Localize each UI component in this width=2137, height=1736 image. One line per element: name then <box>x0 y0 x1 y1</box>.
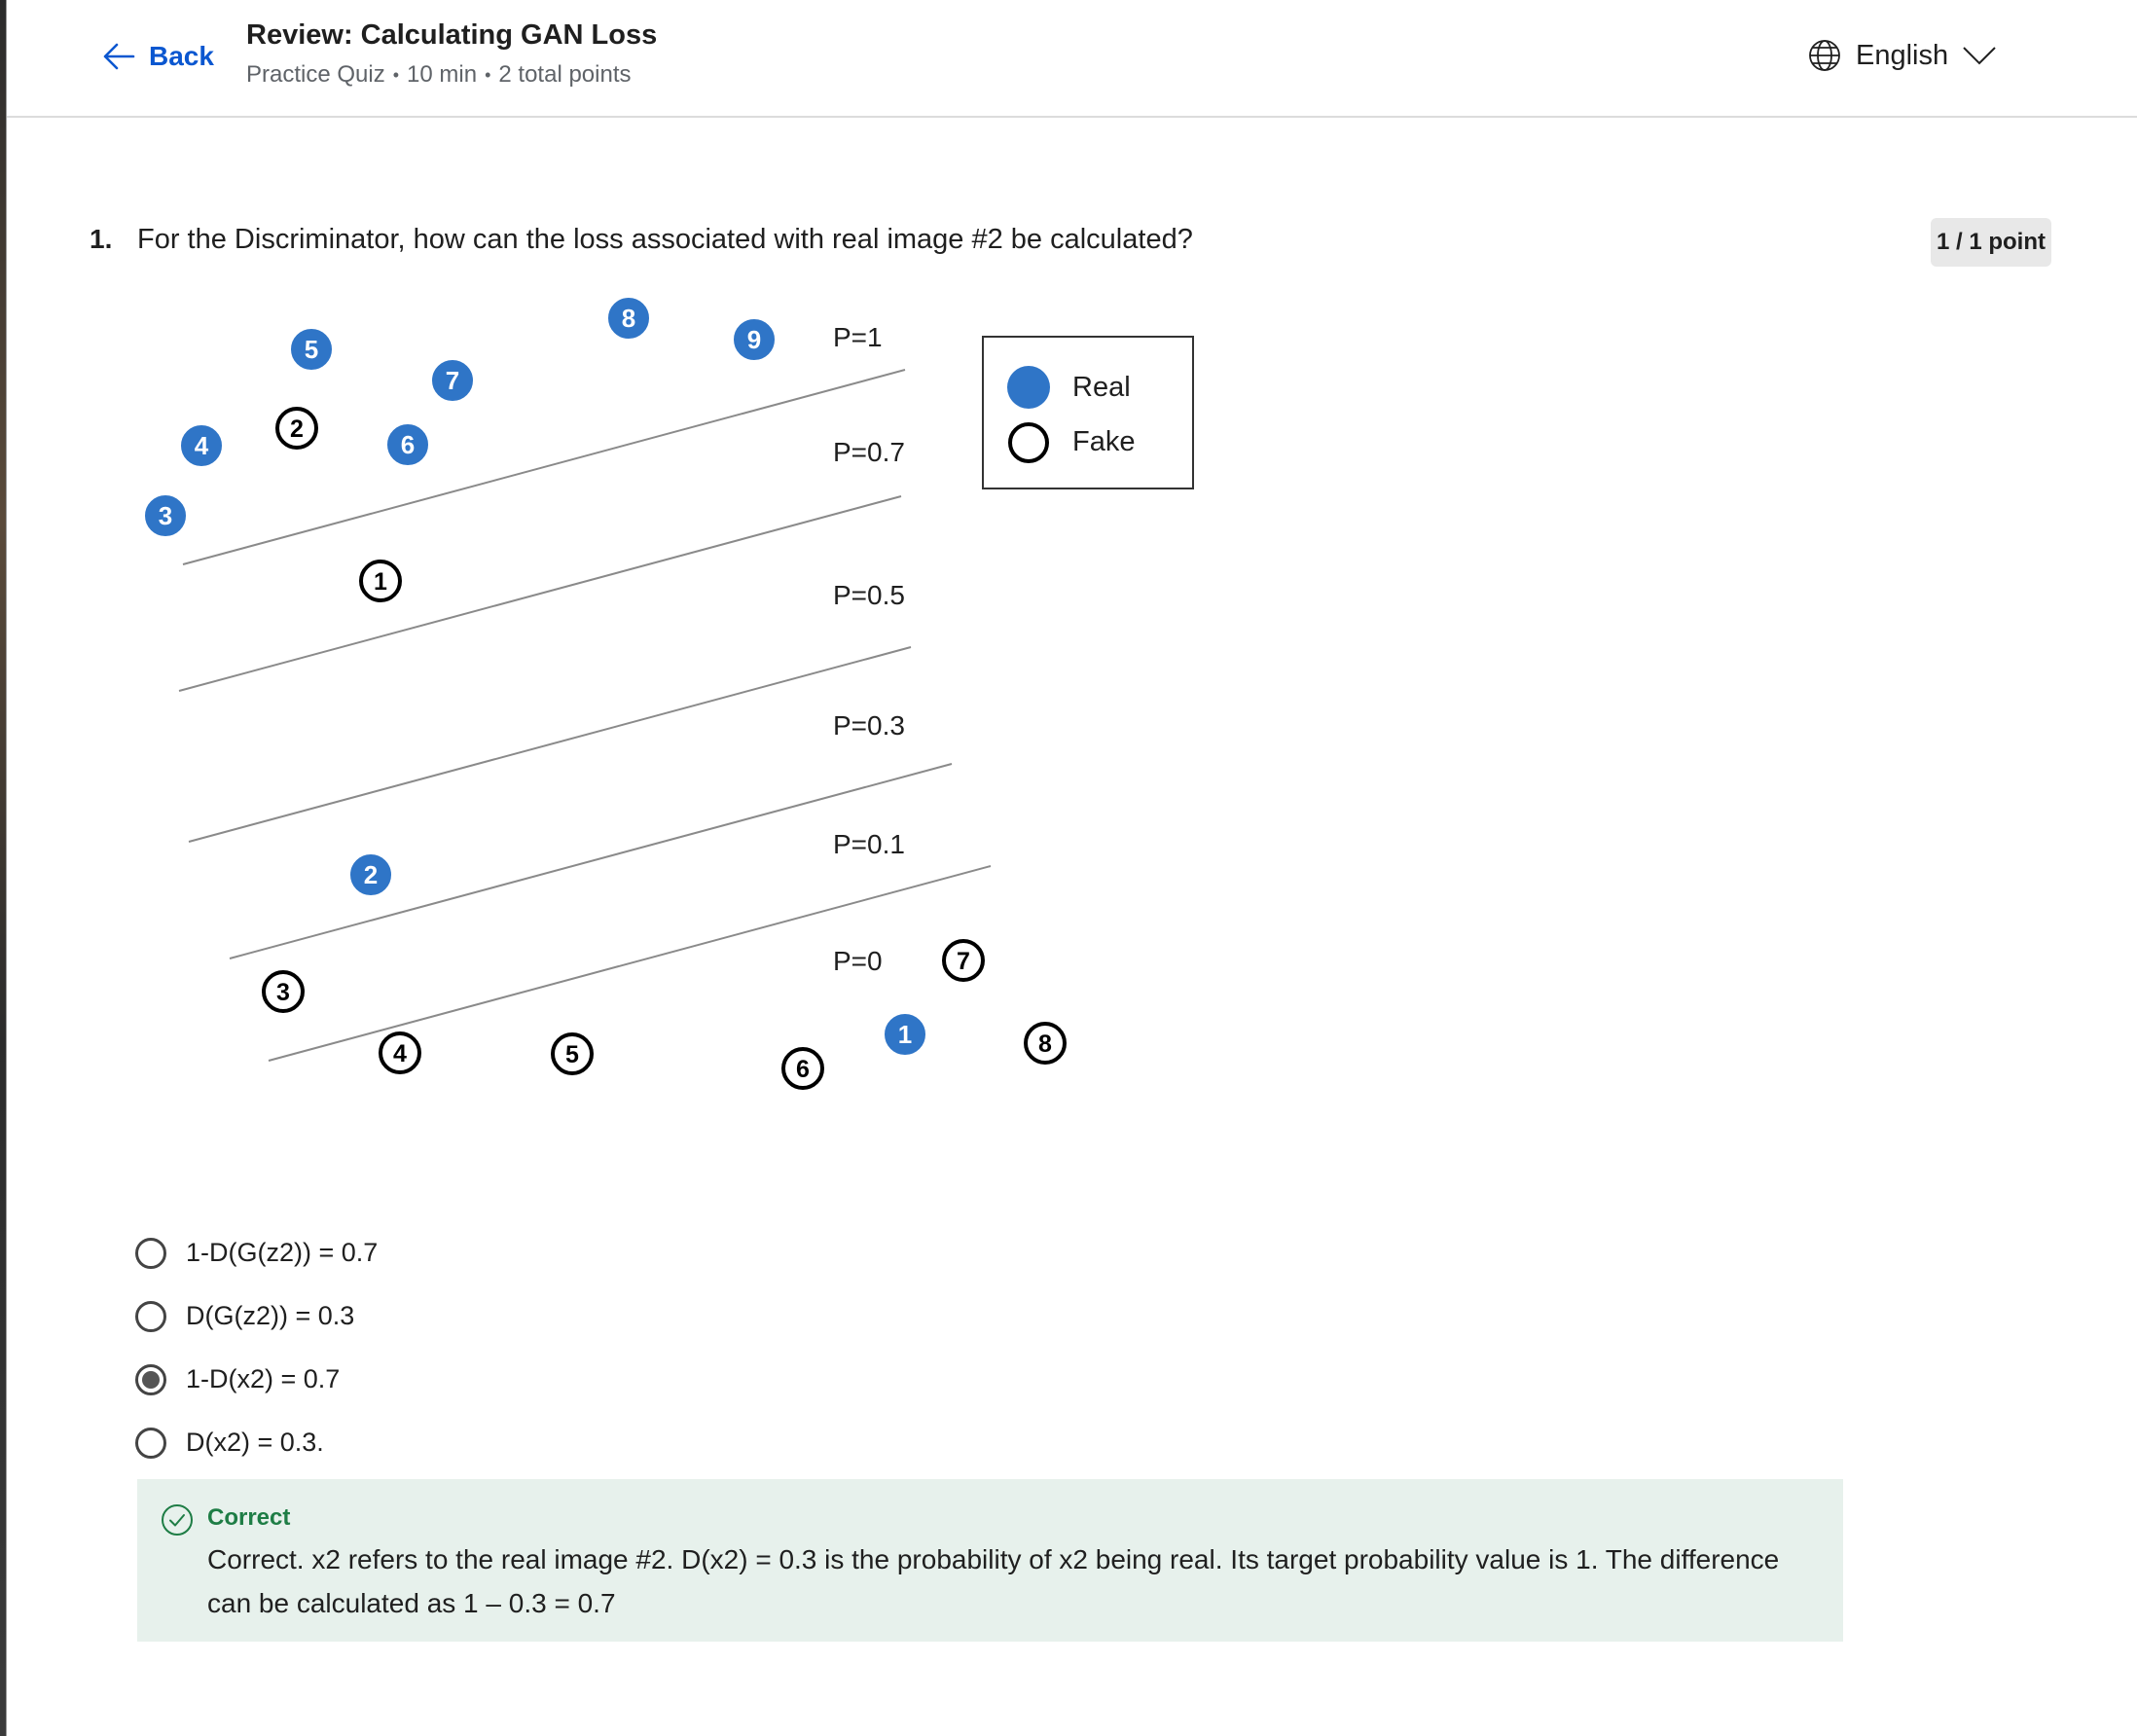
prob-label: P=0.3 <box>833 710 905 741</box>
answer-option[interactable]: 1-D(G(z2)) = 0.7 <box>135 1221 378 1284</box>
radio-button-selected[interactable] <box>135 1363 166 1395</box>
page-title: Review: Calculating GAN Loss <box>246 19 658 51</box>
svg-text:2: 2 <box>290 416 304 443</box>
check-circle-icon <box>162 1504 193 1536</box>
svg-text:9: 9 <box>747 325 761 354</box>
svg-text:1: 1 <box>374 568 387 596</box>
boundary-line <box>182 369 906 565</box>
real-marker: 8 <box>606 296 651 341</box>
real-marker: 3 <box>143 493 188 538</box>
fake-marker: 3 <box>262 970 305 1013</box>
answer-label: D(G(z2)) = 0.3 <box>186 1301 355 1330</box>
prob-label: P=1 <box>833 322 883 352</box>
language-selector[interactable]: English <box>1807 34 1997 77</box>
svg-text:2: 2 <box>364 860 378 889</box>
chevron-down-icon <box>1963 47 1996 65</box>
svg-text:5: 5 <box>565 1041 579 1068</box>
quiz-type: Practice Quiz <box>246 61 385 88</box>
svg-text:6: 6 <box>401 430 415 459</box>
meta-separator: • <box>485 64 491 85</box>
feedback-panel: Correct Correct. x2 refers to the real i… <box>137 1479 1843 1642</box>
answer-label: 1-D(x2) = 0.7 <box>186 1364 341 1393</box>
feedback-status: Correct <box>207 1504 291 1531</box>
boundary-line <box>178 495 902 692</box>
meta-separator: • <box>392 64 400 85</box>
arrow-left-icon <box>103 43 135 70</box>
prob-label: P=0.5 <box>833 580 905 610</box>
quiz-meta: Practice Quiz • 10 min • 2 total points <box>246 61 631 89</box>
radio-button[interactable] <box>135 1300 166 1332</box>
legend-real-label: Real <box>1072 372 1131 403</box>
legend: Real Fake <box>982 336 1194 489</box>
svg-text:4: 4 <box>195 431 209 460</box>
quiz-header: Back Review: Calculating GAN Loss Practi… <box>7 0 2137 118</box>
radio-button[interactable] <box>135 1237 166 1269</box>
svg-text:5: 5 <box>305 335 318 364</box>
real-marker: 2 <box>348 852 393 897</box>
prob-label: P=0 <box>833 946 883 976</box>
legend-fake-swatch <box>1008 422 1049 463</box>
boundary-line <box>229 763 953 959</box>
prob-label: P=0.7 <box>833 437 905 467</box>
svg-text:6: 6 <box>796 1056 810 1083</box>
fake-marker: 4 <box>379 1031 421 1074</box>
window-edge-line <box>6 0 7 1736</box>
question-figure: P=1 P=0.7 P=0.5 P=0.3 P=0.1 P=0 Real Fak… <box>127 282 1216 1134</box>
language-label: English <box>1856 39 1949 71</box>
back-button[interactable]: Back <box>100 33 214 80</box>
answer-option[interactable]: D(x2) = 0.3. <box>135 1411 378 1474</box>
svg-text:8: 8 <box>622 304 635 333</box>
real-marker: 6 <box>385 422 430 467</box>
fake-marker: 6 <box>781 1047 824 1090</box>
svg-text:3: 3 <box>276 979 290 1006</box>
points-badge: 1 / 1 point <box>1931 218 2051 267</box>
svg-text:7: 7 <box>957 948 970 975</box>
question-text: For the Discriminator, how can the loss … <box>137 224 1193 255</box>
real-marker: 7 <box>430 358 475 403</box>
svg-text:8: 8 <box>1038 1031 1052 1058</box>
real-marker: 4 <box>179 423 224 468</box>
back-label: Back <box>149 41 214 71</box>
real-marker: 1 <box>883 1012 927 1057</box>
answer-option[interactable]: 1-D(x2) = 0.7 <box>135 1348 378 1411</box>
answer-option[interactable]: D(G(z2)) = 0.3 <box>135 1284 378 1348</box>
svg-text:4: 4 <box>393 1040 407 1067</box>
legend-real-swatch <box>1007 366 1050 409</box>
real-marker: 9 <box>732 317 777 362</box>
svg-text:3: 3 <box>159 501 172 530</box>
legend-fake-label: Fake <box>1072 426 1135 457</box>
svg-text:1: 1 <box>898 1020 912 1049</box>
fake-marker: 5 <box>551 1032 594 1075</box>
feedback-text: Correct. x2 refers to the real image #2.… <box>207 1544 1780 1618</box>
radio-button[interactable] <box>135 1427 166 1459</box>
answer-label: D(x2) = 0.3. <box>186 1428 324 1457</box>
quiz-duration: 10 min <box>407 61 478 88</box>
question-number: 1. <box>90 224 113 254</box>
answer-options: 1-D(G(z2)) = 0.7 D(G(z2)) = 0.3 1-D(x2) … <box>135 1221 378 1474</box>
fake-marker: 2 <box>275 407 318 450</box>
boundary-line <box>188 646 912 843</box>
globe-icon <box>1809 40 1840 71</box>
svg-text:7: 7 <box>446 366 459 395</box>
quiz-points-total: 2 total points <box>498 61 632 88</box>
fake-marker: 1 <box>359 560 402 602</box>
fake-marker: 7 <box>942 939 985 982</box>
prob-label: P=0.1 <box>833 829 905 859</box>
real-marker: 5 <box>289 327 334 372</box>
fake-marker: 8 <box>1024 1022 1067 1065</box>
answer-label: 1-D(G(z2)) = 0.7 <box>186 1238 379 1267</box>
